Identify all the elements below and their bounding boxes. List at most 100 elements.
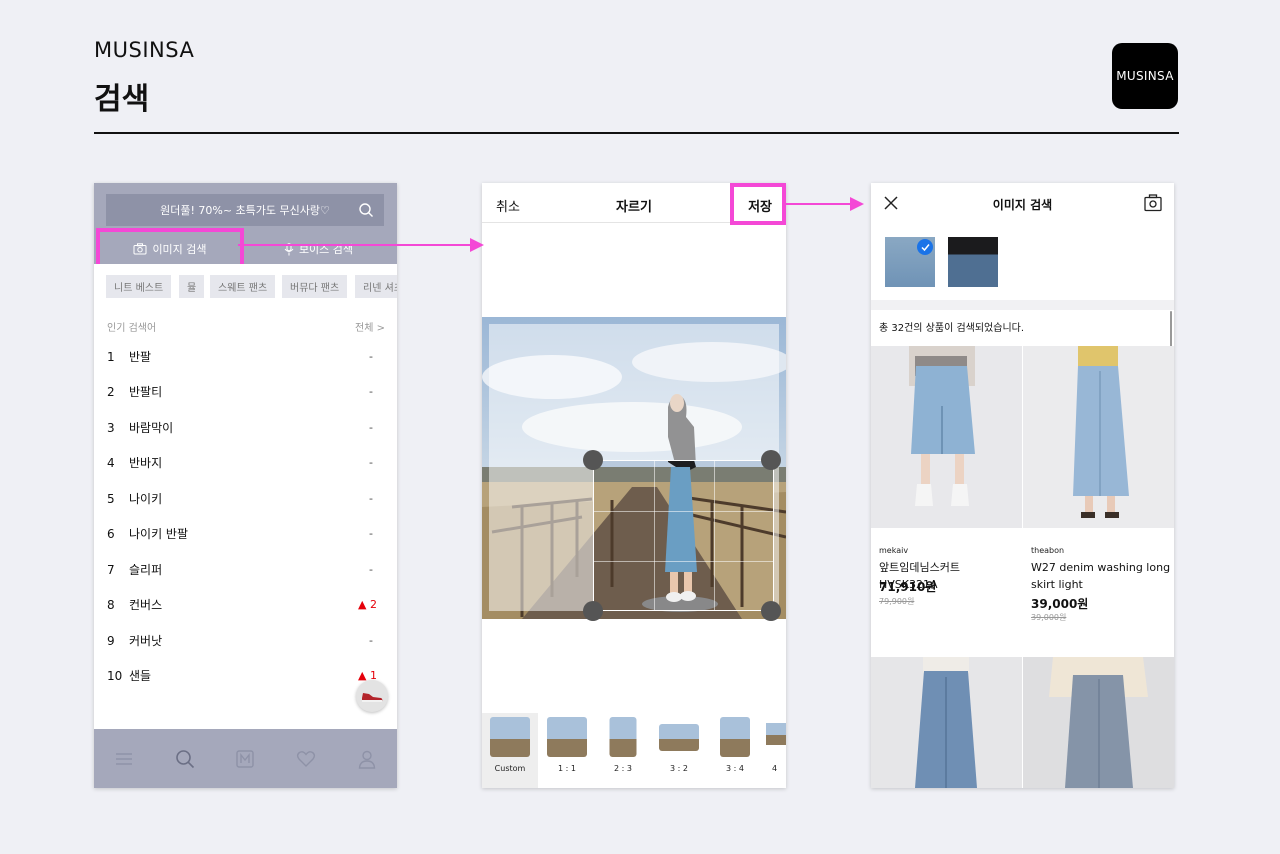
rank-number: 10 (107, 668, 123, 683)
rank-change-up: ▲ 2 (358, 598, 377, 611)
rank-number: 3 (107, 420, 115, 435)
crop-image[interactable] (482, 317, 786, 619)
rank-row[interactable]: 2 반팔티 - (94, 374, 397, 409)
ratio-thumb (547, 717, 587, 757)
menu-icon[interactable] (113, 748, 135, 770)
search-bar[interactable]: 원더풀! 70%~ 초특가도 무신사랑♡ (106, 194, 384, 226)
product-photo (871, 657, 1022, 788)
rank-number: 8 (107, 597, 115, 612)
keyword-chip[interactable]: 니트 베스트 (106, 275, 172, 298)
microphone-icon (284, 242, 294, 255)
ratio-option-1-1[interactable]: 1 : 1 (542, 713, 592, 788)
popular-all-link[interactable]: 전체 > (355, 319, 385, 334)
page-title: 검색 (94, 82, 150, 117)
ratio-label: 1 : 1 (558, 764, 576, 773)
person-icon[interactable] (356, 748, 378, 770)
keyword-chip[interactable]: 스웨트 팬츠 (210, 275, 276, 298)
rank-keyword: 슬리퍼 (129, 563, 163, 577)
rank-keyword: 반바지 (129, 456, 163, 470)
keyword-chip[interactable]: 뮬 (179, 275, 205, 298)
rank-row[interactable]: 8 컨버스 ▲ 2 (94, 587, 397, 622)
product-image[interactable] (1023, 346, 1174, 528)
ratio-option-4[interactable]: 4 (766, 713, 786, 788)
rank-row[interactable]: 10 샌들 ▲ 1 (94, 658, 397, 693)
search-home-screen: 원더풀! 70%~ 초특가도 무신사랑♡ 이미지 검색 보이스 검색 니트 베스… (94, 183, 397, 788)
rank-row[interactable]: 1 반팔 - (94, 339, 397, 374)
ratio-label: 4 (772, 764, 778, 773)
results-title: 이미지 검색 (992, 198, 1053, 212)
crop-grid-line (594, 561, 773, 562)
product-image[interactable] (1023, 657, 1174, 788)
voice-search-label: 보이스 검색 (298, 243, 354, 256)
rank-row[interactable]: 7 슬리퍼 - (94, 552, 397, 587)
header-divider (94, 132, 1179, 134)
logo-text: MUSINSA (1116, 69, 1174, 83)
results-top-bar: 이미지 검색 (871, 183, 1174, 226)
flow-arrow-2 (784, 197, 864, 211)
search-icon[interactable] (174, 748, 196, 770)
product-price: 39,000원 (1031, 597, 1089, 611)
search-thumb-selected[interactable] (885, 237, 935, 287)
search-header: 원더풀! 70%~ 초특가도 무신사랑♡ 이미지 검색 보이스 검색 (94, 183, 397, 268)
camera-icon[interactable] (1144, 194, 1162, 212)
rank-keyword: 커버낫 (129, 634, 163, 648)
ratio-option-3-2[interactable]: 3 : 2 (654, 713, 704, 788)
rank-row[interactable]: 4 반바지 - (94, 445, 397, 480)
rank-change: - (369, 456, 373, 469)
rank-keyword: 컨버스 (129, 598, 163, 612)
crop-handle-top-left[interactable] (583, 450, 603, 470)
recommended-keywords: 니트 베스트 뮬 스웨트 팬츠 버뮤다 팬츠 리넨 셔츠 (94, 264, 397, 309)
rank-row[interactable]: 9 커버낫 - (94, 623, 397, 658)
rank-row[interactable]: 6 나이키 반팔 - (94, 516, 397, 551)
search-thumb[interactable] (948, 237, 998, 287)
search-image-thumbnails (871, 226, 1174, 298)
rank-row[interactable]: 3 바람막이 - (94, 410, 397, 445)
search-icon[interactable] (358, 202, 374, 218)
rank-change: - (369, 385, 373, 398)
crop-frame[interactable] (593, 460, 774, 611)
chip-label: 뮬 (187, 283, 197, 294)
chip-label: 니트 베스트 (114, 283, 164, 294)
product-image[interactable] (871, 657, 1022, 788)
keyword-chip[interactable]: 리넨 셔츠 (355, 275, 397, 298)
crop-handle-top-right[interactable] (761, 450, 781, 470)
rank-change: - (369, 563, 373, 576)
product-name[interactable]: W27 denim washing long skirt light (1031, 559, 1171, 593)
ratio-thumb (490, 717, 530, 757)
sneaker-icon (362, 693, 383, 702)
product-photo (1023, 657, 1174, 788)
rank-change: - (369, 350, 373, 363)
floating-sneaker-button[interactable] (356, 680, 388, 712)
rank-number: 2 (107, 384, 115, 399)
crop-handle-bottom-left[interactable] (583, 601, 603, 621)
rank-keyword: 나이키 반팔 (129, 527, 189, 541)
keyword-chip[interactable]: 버뮤다 팬츠 (282, 275, 348, 298)
rank-number: 5 (107, 491, 115, 506)
aspect-ratio-bar: Custom 1 : 1 2 : 3 3 : 2 3 : 4 4 (482, 713, 786, 788)
brand-name: MUSINSA (94, 38, 195, 62)
ratio-option-2-3[interactable]: 2 : 3 (598, 713, 648, 788)
rank-number: 6 (107, 526, 115, 541)
rank-change: - (369, 492, 373, 505)
rank-change: - (369, 527, 373, 540)
rank-row[interactable]: 5 나이키 - (94, 481, 397, 516)
product-photo (1023, 346, 1174, 528)
musinsa-m-icon[interactable] (234, 748, 256, 770)
crop-screen: 취소 자르기 저장 Custom 1: 1 2: 3 3: 2 3: 4… (482, 183, 786, 788)
product-image[interactable] (871, 346, 1022, 528)
product-price: 71,910원 (879, 580, 937, 594)
ratio-label: Custom (494, 764, 526, 773)
chip-label: 리넨 셔츠 (363, 283, 397, 294)
voice-search-tab[interactable]: 보이스 검색 (246, 234, 391, 264)
product-brand: mekaiv (879, 546, 909, 555)
ratio-option-3-4[interactable]: 3 : 4 (710, 713, 760, 788)
rank-keyword: 반팔티 (129, 385, 163, 399)
product-original-price: 39,000원 (1031, 613, 1067, 622)
rank-change: - (369, 634, 373, 647)
save-highlight (730, 183, 786, 225)
ratio-option-custom[interactable]: Custom (482, 713, 538, 788)
ratio-label: 3 : 2 (670, 764, 688, 773)
ratio-label: 3 : 4 (726, 764, 744, 773)
crop-handle-bottom-right[interactable] (761, 601, 781, 621)
heart-icon[interactable] (295, 748, 317, 770)
